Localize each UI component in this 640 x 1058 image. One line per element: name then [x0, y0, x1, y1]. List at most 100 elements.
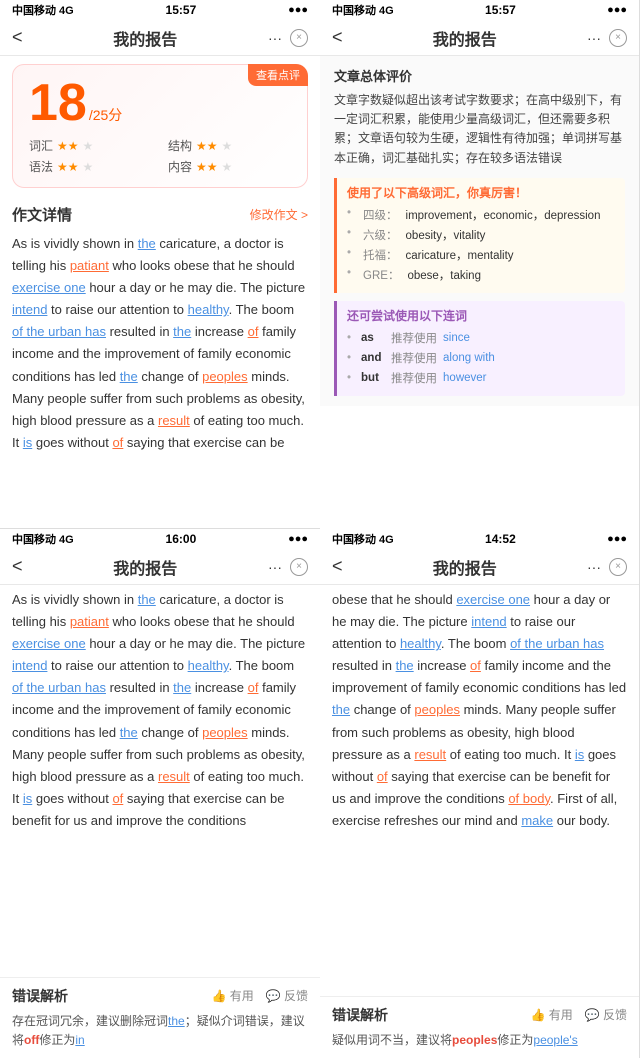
- metric-structure: 结构 ★★★: [168, 137, 291, 154]
- feedback-button-1[interactable]: 💬 反馈: [266, 987, 308, 1004]
- metric-vocab-label: 词汇: [29, 137, 53, 154]
- hl4-urban: of the urban has: [510, 636, 604, 651]
- err-off: off: [24, 1033, 39, 1047]
- hl-patiant: patiant: [70, 258, 109, 273]
- nav-left-4[interactable]: <: [332, 556, 343, 577]
- helpful-button-1[interactable]: 👍 有用: [211, 987, 253, 1004]
- time-4: 14:52: [485, 532, 516, 546]
- err-the: the: [168, 1014, 185, 1028]
- nav-right-3[interactable]: ··· ×: [268, 558, 308, 576]
- essay-section-header: 作文详情 修改作文 >: [0, 196, 320, 229]
- conn-suggest-and: along with: [443, 352, 495, 364]
- hl-healthy: healthy: [188, 302, 229, 317]
- status-bar-1: 中国移动 4G 15:57 ●●●: [0, 0, 320, 20]
- score-badge[interactable]: 查看点评: [248, 64, 308, 86]
- nav-left-2[interactable]: <: [332, 27, 343, 48]
- err-peoples: peoples: [452, 1033, 497, 1047]
- score-metrics: 词汇 ★★★ 结构 ★★★ 语法 ★★★ 内容 ★★★: [29, 137, 291, 175]
- status-bar-4: 中国移动 4G 14:52 ●●●: [320, 529, 639, 549]
- connector-and: • and 推荐使用 along with: [347, 350, 615, 366]
- metric-structure-label: 结构: [168, 137, 192, 154]
- back-icon-3[interactable]: <: [12, 556, 23, 577]
- nav-left-3[interactable]: <: [12, 556, 23, 577]
- nav-left-1[interactable]: <: [12, 27, 23, 48]
- conn-label-and: 推荐使用: [391, 350, 437, 366]
- conn-word-as: as: [361, 332, 385, 344]
- hl3-exercise: exercise one: [12, 636, 86, 651]
- helpful-button-2[interactable]: 👍 有用: [530, 1006, 572, 1023]
- signal-4: ●●●: [607, 533, 627, 545]
- hl-peoples: peoples: [202, 369, 248, 384]
- hl4-of: of: [470, 658, 481, 673]
- panel-essay-error-2: 中国移动 4G 14:52 ●●● < 我的报告 ··· × obese tha…: [320, 529, 640, 1058]
- hl3-result: result: [158, 769, 190, 784]
- review-scroll[interactable]: 文章总体评价 文章字数疑似超出该考试字数要求；在高中级别下，有一定词汇积累，能使…: [320, 56, 639, 529]
- metric-grammar: 语法 ★★★: [29, 158, 152, 175]
- feedback-button-2[interactable]: 💬 反馈: [585, 1006, 627, 1023]
- hl3-the: the: [138, 592, 156, 607]
- vocab-item-gre: • GRE： obese，taking: [347, 267, 615, 283]
- back-icon-1[interactable]: <: [12, 27, 23, 48]
- close-button-4[interactable]: ×: [609, 558, 627, 576]
- edit-essay-button[interactable]: 修改作文 >: [250, 206, 308, 223]
- panel-essay-error-1: 中国移动 4G 16:00 ●●● < 我的报告 ··· × As is viv…: [0, 529, 320, 1058]
- hl-the-3: the: [120, 369, 138, 384]
- back-icon-2[interactable]: <: [332, 27, 343, 48]
- metric-content: 内容 ★★★: [168, 158, 291, 175]
- essay-section-title: 作文详情: [12, 204, 72, 225]
- conn-label-but: 推荐使用: [391, 370, 437, 386]
- err-peoples-correct: people's: [533, 1033, 577, 1047]
- back-icon-4[interactable]: <: [332, 556, 343, 577]
- connector-but: • but 推荐使用 however: [347, 370, 615, 386]
- nav-right-4[interactable]: ··· ×: [587, 558, 627, 576]
- close-button-2[interactable]: ×: [609, 29, 627, 47]
- vocab-words-gre: obese，taking: [407, 267, 481, 283]
- conn-word-but: but: [361, 372, 385, 384]
- review-content: 文章总体评价 文章字数疑似超出该考试字数要求；在高中级别下，有一定词汇积累，能使…: [320, 56, 639, 406]
- vocab-level-toefl: 托福：: [363, 247, 398, 263]
- more-icon-1[interactable]: ···: [268, 30, 282, 46]
- error-title-2: 错误解析: [332, 1005, 388, 1025]
- error-section-2: 错误解析 👍 有用 💬 反馈 疑似用词不当，建议将peoples修正为peopl…: [320, 996, 639, 1058]
- more-icon-3[interactable]: ···: [268, 559, 282, 575]
- signal-1: ●●●: [288, 4, 308, 16]
- vocab-item-6: • 六级： obesity，vitality: [347, 227, 615, 243]
- more-icon-4[interactable]: ···: [587, 559, 601, 575]
- nav-right-1[interactable]: ··· ×: [268, 29, 308, 47]
- more-icon-2[interactable]: ···: [587, 30, 601, 46]
- hl-the-1: the: [138, 236, 156, 251]
- vocab-words-4: improvement，economic，depression: [406, 207, 601, 223]
- hl3-the2: the: [173, 680, 191, 695]
- hl3-urban: of the urban has: [12, 680, 106, 695]
- hl3-of2: of: [112, 791, 123, 806]
- nav-bar-4: < 我的报告 ··· ×: [320, 549, 639, 585]
- carrier-3: 中国移动 4G: [12, 531, 74, 547]
- conn-suggest-as: since: [443, 332, 470, 344]
- hl4-the2: the: [332, 702, 350, 717]
- hl-is: is: [23, 435, 32, 450]
- metric-structure-stars: ★★: [196, 139, 218, 153]
- essay-text-3: As is vividly shown in the caricature, a…: [0, 585, 320, 977]
- hl3-patiant: patiant: [70, 614, 109, 629]
- status-bar-2: 中国移动 4G 15:57 ●●●: [320, 0, 639, 20]
- connector-title: 还可尝试使用以下连词: [347, 307, 615, 324]
- error-title-1: 错误解析: [12, 986, 68, 1006]
- hl3-healthy: healthy: [188, 658, 229, 673]
- nav-right-2[interactable]: ··· ×: [587, 29, 627, 47]
- connector-section: 还可尝试使用以下连词 • as 推荐使用 since • and 推荐使用 al…: [334, 301, 625, 396]
- close-button-3[interactable]: ×: [290, 558, 308, 576]
- hl4-is: is: [575, 747, 584, 762]
- metric-vocab-stars: ★★: [57, 139, 79, 153]
- signal-2: ●●●: [607, 4, 627, 16]
- hl4-the: the: [396, 658, 414, 673]
- error-actions-2[interactable]: 👍 有用 💬 反馈: [530, 1006, 627, 1023]
- error-actions-1[interactable]: 👍 有用 💬 反馈: [211, 987, 308, 1004]
- error-text-1: 存在冠词冗余，建议删除冠词the；疑似介词错误，建议将off修正为in: [12, 1012, 308, 1050]
- metric-grammar-stars: ★★: [57, 160, 79, 174]
- hl3-peoples: peoples: [202, 725, 248, 740]
- nav-title-2: 我的报告: [433, 26, 497, 50]
- hl-exercise-one: exercise one: [12, 280, 86, 295]
- vocab-level-gre: GRE：: [363, 267, 399, 283]
- close-button-1[interactable]: ×: [290, 29, 308, 47]
- vocab-item-4: • 四级： improvement，economic，depression: [347, 207, 615, 223]
